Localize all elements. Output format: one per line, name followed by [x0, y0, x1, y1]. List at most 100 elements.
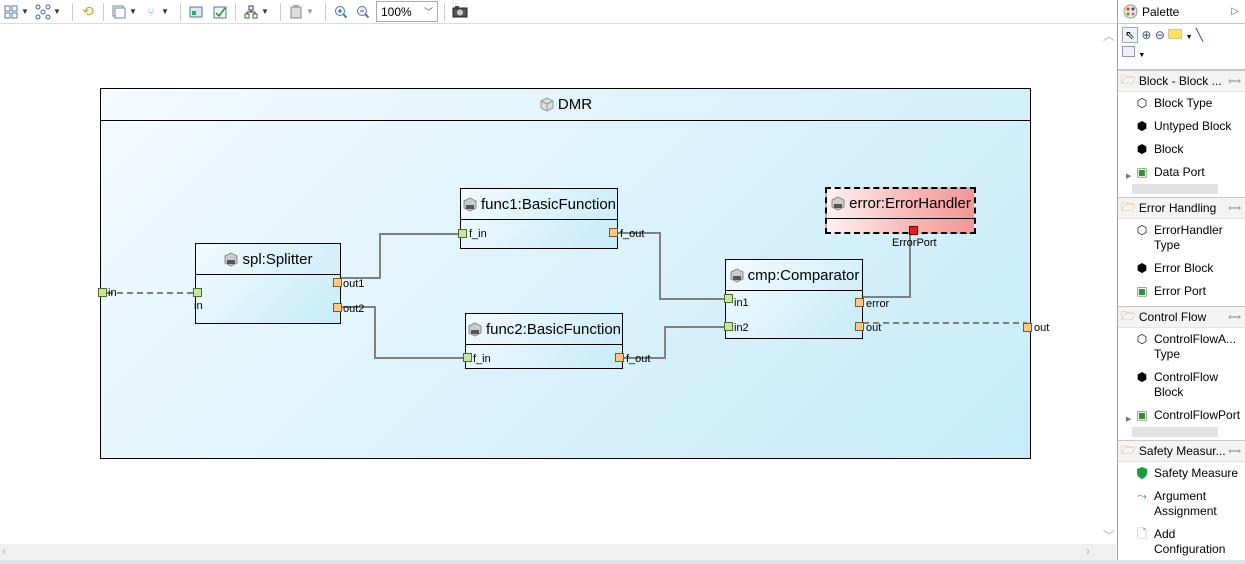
show-hide-button[interactable] [110, 2, 128, 22]
splitter-in-port[interactable] [193, 288, 202, 297]
palette-item-error-port[interactable]: ▣ Error Port [1118, 280, 1245, 303]
palette-item-controlflow-type[interactable]: ⬡ ControlFlowA... Type [1118, 328, 1245, 366]
zoom-level-value: 100% [381, 4, 412, 19]
port-label: f_in [473, 353, 491, 365]
scroll-left-icon[interactable]: ‹ [2, 544, 6, 558]
palette-drawer-safety-measures[interactable]: 🗁 Safety Measur... ⟺ [1118, 440, 1245, 462]
zoom-out-icon[interactable] [354, 2, 372, 22]
expand-icon[interactable]: ▶ [1126, 169, 1131, 184]
splitter-out2-port[interactable] [333, 303, 342, 312]
pin-drawer-icon[interactable]: ⟺ [1228, 446, 1241, 457]
palette-item-argument-assignment[interactable]: ⤳ Argument Assignment [1118, 485, 1245, 523]
zoom-out-tool-icon[interactable]: ⊖ [1155, 28, 1165, 42]
block-name: error:ErrorHandler [849, 195, 971, 212]
palette-item-label: ControlFlowA... Type [1154, 332, 1237, 361]
diagram-canvas[interactable]: DMR in out spl:Splitter in out1 out2 fun… [0, 25, 1100, 544]
palette-item-label: ErrorHandler Type [1154, 223, 1223, 252]
palette-drawer-control-flow[interactable]: 🗁 Control Flow ⟺ [1118, 306, 1245, 328]
layout-dropdown-icon[interactable]: ▼ [260, 2, 270, 22]
palette-item-interlock-partial[interactable] [1132, 427, 1218, 437]
show-hide-dropdown-icon[interactable]: ▼ [128, 2, 138, 22]
paste-dropdown-icon[interactable]: ▼ [305, 2, 315, 22]
collapse-palette-icon[interactable]: ▷ [1231, 6, 1239, 17]
filter-icon[interactable]: ⑂ [142, 2, 160, 22]
select-all-button[interactable] [2, 2, 20, 22]
palette-item-safety-measure[interactable]: Safety Measure [1118, 462, 1245, 485]
layout-button[interactable] [242, 2, 260, 22]
scroll-up-icon[interactable]: ︿ [1103, 27, 1115, 44]
palette-icon [1123, 4, 1138, 19]
error-handler-error-port[interactable] [909, 226, 918, 235]
palette-item-label: Block [1154, 142, 1184, 156]
pin-drawer-icon[interactable]: ⟺ [1228, 203, 1241, 214]
filter-dropdown-icon[interactable]: ▼ [160, 2, 170, 22]
export-image-button[interactable] [187, 2, 205, 22]
comparator-out-port[interactable] [855, 322, 864, 331]
composite-out-port-label: out [1034, 322, 1050, 334]
palette-item-controlflow-block[interactable]: ⬢ ControlFlow Block [1118, 366, 1245, 404]
composite-in-port[interactable] [98, 288, 107, 297]
palette-item-block[interactable]: ⬢ Block [1118, 138, 1245, 161]
block-icon [730, 267, 744, 283]
add-file-icon: 🗋 [1137, 527, 1147, 541]
scroll-down-icon[interactable]: ﹀ [1103, 527, 1115, 544]
folder-open-icon: 🗁 [1121, 308, 1136, 323]
func2-in-port[interactable] [463, 353, 472, 362]
validate-button[interactable] [211, 2, 229, 22]
palette-item-error-block[interactable]: ⬢ Error Block [1118, 257, 1245, 280]
block-splitter[interactable]: spl:Splitter [195, 243, 341, 324]
palette-item-add-configuration[interactable]: 🗋 Add Configuration [1118, 523, 1245, 561]
zoom-in-icon[interactable] [332, 2, 350, 22]
refresh-icon[interactable]: ⟲ [79, 2, 97, 22]
palette-item-data-port[interactable]: ▶ ▣ Data Port [1118, 161, 1245, 184]
composite-out-port[interactable] [1023, 323, 1032, 332]
pin-drawer-icon[interactable]: ⟺ [1228, 76, 1241, 87]
add-attachment-tool-icon[interactable] [1122, 46, 1135, 57]
palette-item-untyped-block[interactable]: ⬢ Untyped Block [1118, 115, 1245, 138]
zoom-in-tool-icon[interactable]: ⊕ [1141, 28, 1151, 42]
status-strip [0, 560, 1245, 564]
select-dropdown-icon[interactable]: ▼ [20, 2, 30, 22]
paste-format-button[interactable] [287, 2, 305, 22]
block-icon: ⬢ [1136, 142, 1148, 156]
splitter-out1-port[interactable] [333, 278, 342, 287]
drawer-label: Error Handling [1138, 201, 1217, 215]
zoom-level-select[interactable]: 100% ﹀ [376, 1, 438, 22]
palette-item-block-type[interactable]: ⬡ Block Type [1118, 92, 1245, 115]
scroll-right-icon[interactable]: › [1086, 544, 1090, 558]
connection-tool-icon[interactable]: ╲ [1196, 28, 1203, 42]
palette-item-controlflowport[interactable]: ▶ ▣ ControlFlowPort [1118, 404, 1245, 427]
toolbar-separator [444, 2, 445, 21]
expand-icon[interactable]: ▶ [1126, 412, 1131, 427]
note-dropdown-icon[interactable]: ▼ [1186, 34, 1193, 41]
block-error-handler[interactable]: error:ErrorHandler [825, 187, 976, 234]
note-tool-icon[interactable] [1168, 29, 1183, 39]
toolbar-separator [103, 2, 104, 21]
select-tool-icon[interactable]: ⇖ [1122, 27, 1139, 43]
comparator-error-port[interactable] [855, 298, 864, 307]
palette-item-errorhandler-type[interactable]: ⬡ ErrorHandler Type [1118, 219, 1245, 257]
palette-drawer-block[interactable]: 🗁 Block - Block ... ⟺ [1118, 70, 1245, 92]
drawer-label: Block - Block ... [1138, 74, 1222, 88]
attachment-dropdown-icon[interactable]: ▼ [1138, 52, 1145, 59]
vertical-scrollbar[interactable]: ︿ ﹀ [1100, 25, 1116, 544]
pin-drawer-icon[interactable]: ⟺ [1228, 312, 1241, 323]
camera-icon[interactable] [451, 2, 469, 22]
func2-out-port[interactable] [615, 353, 624, 362]
port-label: in [194, 300, 203, 312]
func1-in-port[interactable] [458, 229, 467, 238]
func1-out-port[interactable] [609, 228, 618, 237]
horizontal-scrollbar[interactable]: ‹ › [0, 544, 1100, 560]
block-title: func2:BasicFunction [466, 314, 622, 345]
comparator-in1-port[interactable] [724, 294, 733, 303]
palette-drawer-error-handling[interactable]: 🗁 Error Handling ⟺ [1118, 197, 1245, 219]
palette-item-label: Data Port [1154, 165, 1205, 179]
port-label: error [866, 298, 890, 310]
comparator-in2-port[interactable] [724, 322, 733, 331]
arrange-dropdown-icon[interactable]: ▼ [52, 2, 62, 22]
port-label: f_out [626, 353, 651, 365]
palette-item-label: ControlFlow Block [1154, 370, 1219, 399]
arrange-all-button[interactable] [34, 2, 52, 22]
palette-item-assembly-partial[interactable] [1132, 184, 1218, 194]
palette-item-label: Error Port [1154, 284, 1207, 298]
